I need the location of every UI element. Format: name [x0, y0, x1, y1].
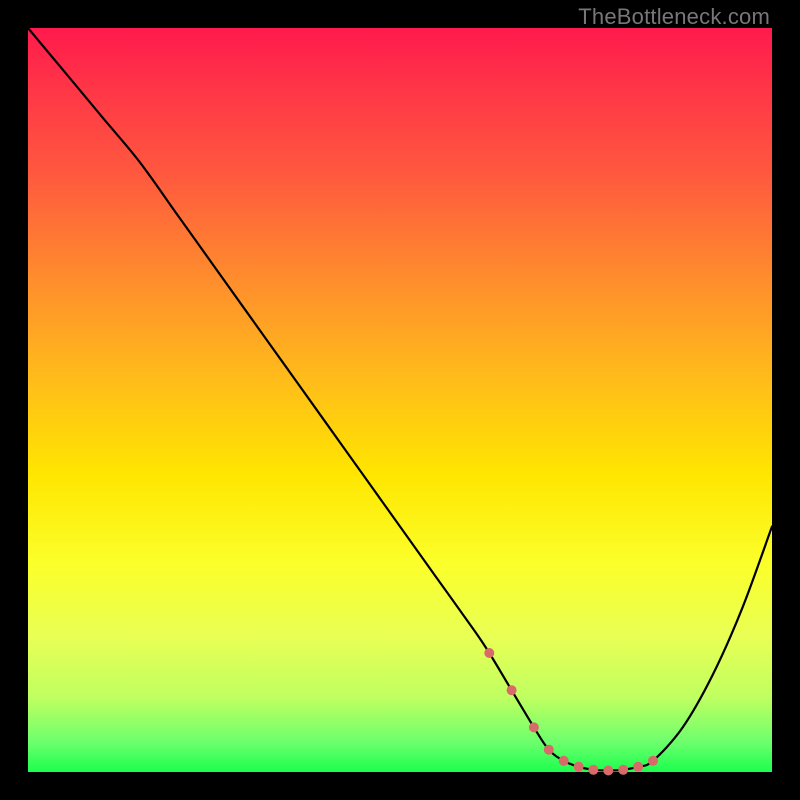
watermark-text: TheBottleneck.com: [578, 4, 770, 30]
curve-markers: [484, 648, 658, 776]
marker-dot: [484, 648, 494, 658]
marker-dot: [588, 765, 598, 775]
marker-dot: [618, 765, 628, 775]
marker-dot: [603, 766, 613, 776]
marker-dot: [574, 762, 584, 772]
chart-frame: TheBottleneck.com: [0, 0, 800, 800]
plot-area: [28, 28, 772, 772]
marker-dot: [559, 756, 569, 766]
curve-line: [28, 28, 772, 771]
marker-dot: [633, 762, 643, 772]
marker-dot: [648, 756, 658, 766]
marker-dot: [544, 745, 554, 755]
marker-dot: [507, 685, 517, 695]
line-chart-svg: [28, 28, 772, 772]
marker-dot: [529, 722, 539, 732]
